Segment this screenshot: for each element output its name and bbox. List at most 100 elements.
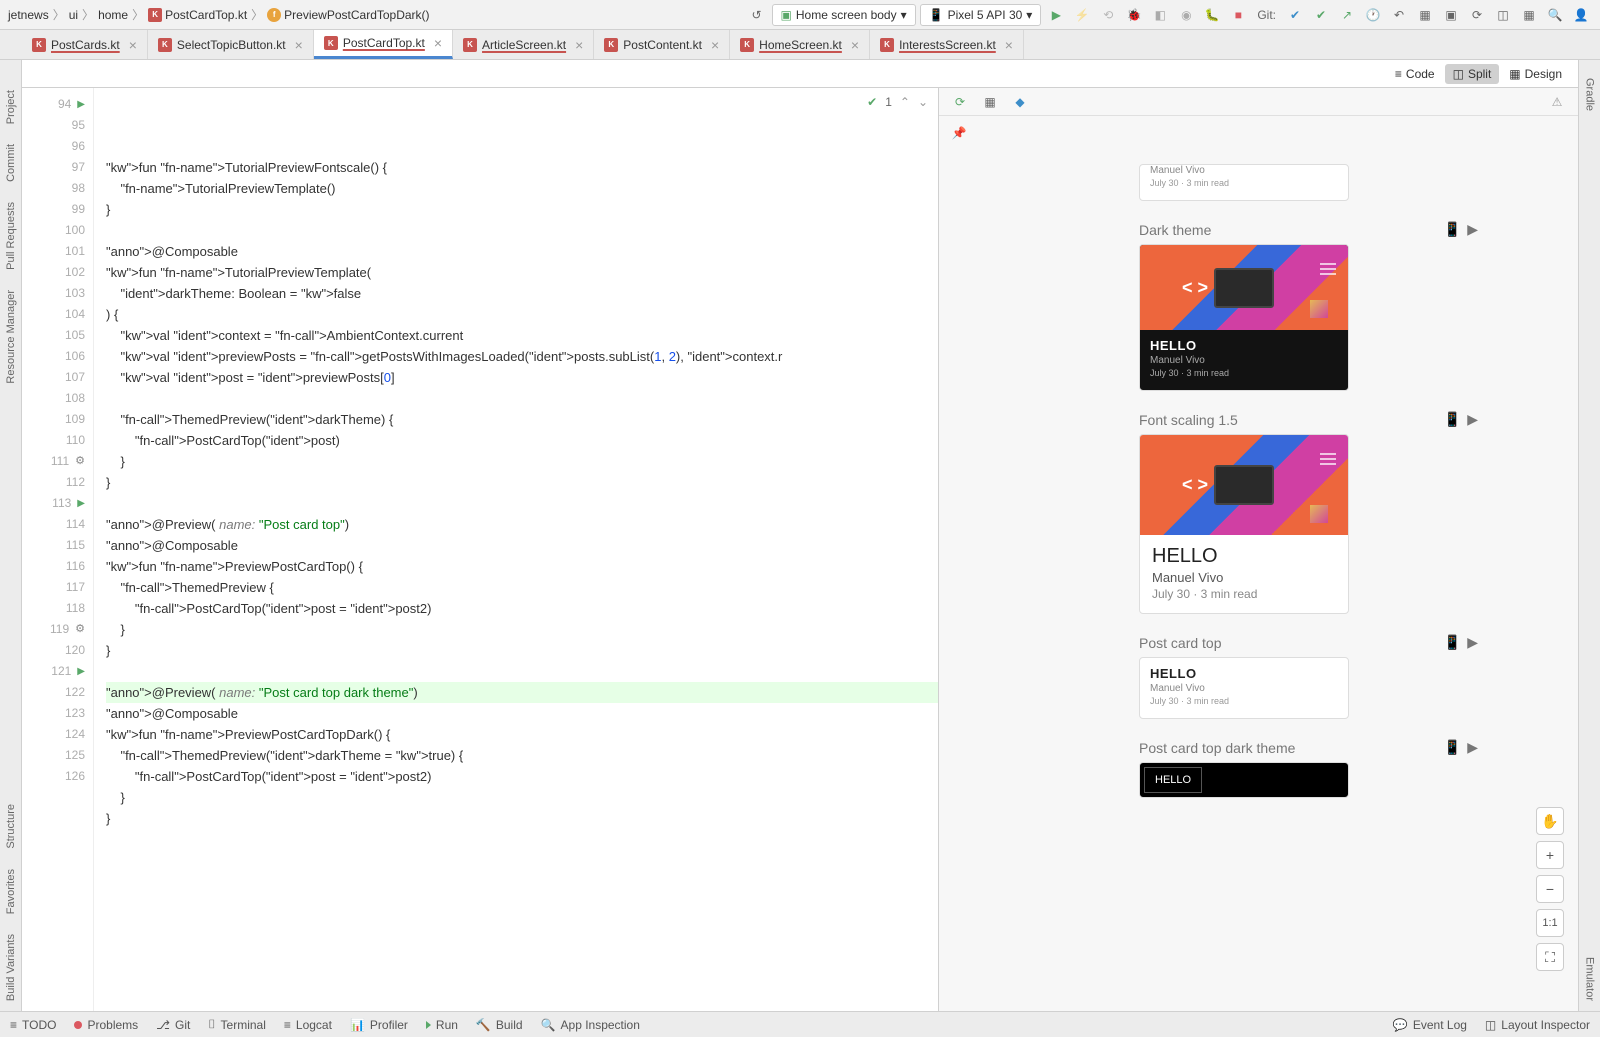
apply-changes-icon[interactable]: ⚡: [1071, 4, 1093, 26]
editor-gutter[interactable]: 94▶9596979899100101102103104105106107108…: [22, 88, 94, 1011]
git-push-icon[interactable]: ↗: [1336, 4, 1358, 26]
tool-pull-requests[interactable]: Pull Requests: [5, 202, 17, 270]
right-tool-strip: Gradle Emulator: [1578, 60, 1600, 1011]
zoom-out-icon[interactable]: −: [1536, 875, 1564, 903]
bottom-git[interactable]: ⎇Git: [156, 1018, 190, 1032]
run-configuration-dropdown[interactable]: ▣Home screen body▾: [772, 4, 916, 26]
sync-icon[interactable]: ⟳: [1466, 4, 1488, 26]
zoom-reset-button[interactable]: 1:1: [1536, 909, 1564, 937]
interactive-icon[interactable]: ▦: [979, 91, 1001, 113]
view-mode-bar: ≡Code ◫Split ▦Design: [22, 60, 1578, 88]
tool-resource-manager[interactable]: Resource Manager: [5, 290, 17, 384]
chevron-up-icon[interactable]: ⌃: [900, 92, 910, 113]
zoom-fit-icon[interactable]: ⛶: [1536, 943, 1564, 971]
stop-icon[interactable]: ■: [1227, 4, 1249, 26]
profile-icon[interactable]: ◉: [1175, 4, 1197, 26]
chevron-down-icon[interactable]: ⌄: [918, 92, 928, 113]
search-icon[interactable]: 🔍: [1544, 4, 1566, 26]
layers-icon[interactable]: ◆: [1009, 91, 1031, 113]
warning-icon[interactable]: ⚠: [1546, 91, 1568, 113]
sdk-icon[interactable]: ▣: [1440, 4, 1462, 26]
view-mode-design[interactable]: ▦Design: [1501, 64, 1570, 84]
bottom-layout-inspector[interactable]: ◫Layout Inspector: [1485, 1018, 1590, 1032]
run-preview-icon[interactable]: ▶: [1467, 411, 1478, 428]
tool-build-variants[interactable]: Build Variants: [5, 934, 17, 1001]
tool-commit[interactable]: Commit: [5, 144, 17, 182]
close-icon[interactable]: ×: [434, 35, 442, 51]
bottom-app-inspection[interactable]: 🔍App Inspection: [541, 1018, 640, 1032]
tab-postcards[interactable]: KPostCards.kt×: [22, 30, 148, 59]
tab-articlescreen[interactable]: KArticleScreen.kt×: [453, 30, 594, 59]
tool-favorites[interactable]: Favorites: [5, 869, 17, 914]
attach-debugger-icon[interactable]: 🐛: [1201, 4, 1223, 26]
close-icon[interactable]: ×: [1005, 37, 1013, 53]
bottom-logcat[interactable]: ≡Logcat: [284, 1018, 332, 1032]
bottom-problems[interactable]: Problems: [74, 1018, 138, 1032]
tab-postcardtop[interactable]: KPostCardTop.kt×: [314, 30, 453, 59]
deploy-icon[interactable]: 📱: [1444, 221, 1461, 238]
preview-pane: ⟳ ▦ ◆ ⚠ 📌 Manuel VivoJuly 30 · 3 min rea…: [938, 88, 1578, 1011]
breadcrumb-item[interactable]: home: [98, 8, 128, 22]
zoom-in-icon[interactable]: +: [1536, 841, 1564, 869]
preview-group[interactable]: Font scaling 1.5📱▶< >HELLOManuel VivoJul…: [1139, 411, 1478, 614]
tool-project[interactable]: Project: [5, 90, 17, 124]
git-update-icon[interactable]: ✔: [1284, 4, 1306, 26]
preview-group[interactable]: Post card top📱▶HELLOManuel VivoJuly 30 ·…: [1139, 634, 1478, 719]
run-preview-icon[interactable]: ▶: [1467, 739, 1478, 756]
close-icon[interactable]: ×: [295, 37, 303, 53]
avd-icon[interactable]: ▦: [1414, 4, 1436, 26]
bottom-event-log[interactable]: 💬Event Log: [1393, 1018, 1467, 1032]
close-icon[interactable]: ×: [129, 37, 137, 53]
code-content[interactable]: ✔ 1 ⌃ ⌄ "kw">fun "fn-name">TutorialPrevi…: [94, 88, 938, 1011]
close-icon[interactable]: ×: [575, 37, 583, 53]
deploy-icon[interactable]: 📱: [1444, 411, 1461, 428]
git-rollback-icon[interactable]: ↶: [1388, 4, 1410, 26]
avatar-icon[interactable]: 👤: [1570, 4, 1592, 26]
inspection-status[interactable]: ✔ 1 ⌃ ⌄: [867, 92, 928, 113]
run-preview-icon[interactable]: ▶: [1467, 634, 1478, 651]
git-history-icon[interactable]: 🕐: [1362, 4, 1384, 26]
attach-icon[interactable]: ⟲: [1097, 4, 1119, 26]
bottom-profiler[interactable]: 📊Profiler: [350, 1018, 408, 1032]
breadcrumb-item[interactable]: fPreviewPostCardTopDark(): [267, 8, 429, 22]
back-icon[interactable]: ↺: [746, 4, 768, 26]
run-preview-icon[interactable]: ▶: [1467, 221, 1478, 238]
tool-emulator[interactable]: Emulator: [1584, 957, 1596, 1001]
layout-icon[interactable]: ◫: [1492, 4, 1514, 26]
tool-structure[interactable]: Structure: [5, 804, 17, 849]
close-icon[interactable]: ×: [851, 37, 859, 53]
tab-selecttopicbutton[interactable]: KSelectTopicButton.kt×: [148, 30, 314, 59]
breadcrumb-item[interactable]: ui: [69, 8, 78, 22]
bottom-run[interactable]: Run: [426, 1018, 458, 1032]
pan-icon[interactable]: ✋: [1536, 807, 1564, 835]
more-icon[interactable]: ▦: [1518, 4, 1540, 26]
debug-icon[interactable]: 🐞: [1123, 4, 1145, 26]
git-commit-icon[interactable]: ✔: [1310, 4, 1332, 26]
deploy-icon[interactable]: 📱: [1444, 634, 1461, 651]
device-dropdown[interactable]: 📱Pixel 5 API 30▾: [920, 4, 1042, 26]
tab-homescreen[interactable]: KHomeScreen.kt×: [730, 30, 870, 59]
run-icon[interactable]: ▶: [1045, 4, 1067, 26]
preview-scroll[interactable]: Manuel VivoJuly 30 · 3 min readDark them…: [939, 144, 1578, 1011]
coverage-icon[interactable]: ◧: [1149, 4, 1171, 26]
pin-icon[interactable]: 📌: [949, 122, 969, 144]
view-mode-split[interactable]: ◫Split: [1445, 64, 1500, 84]
breadcrumb: jetnews 〉 ui 〉 home 〉 KPostCardTop.kt 〉 …: [8, 6, 430, 23]
bottom-terminal[interactable]: ⌷Terminal: [208, 1017, 266, 1032]
refresh-icon[interactable]: ⟳: [949, 91, 971, 113]
bottom-todo[interactable]: ≡TODO: [10, 1018, 56, 1032]
tab-postcontent[interactable]: KPostContent.kt×: [594, 30, 730, 59]
tab-interestsscreen[interactable]: KInterestsScreen.kt×: [870, 30, 1024, 59]
tool-gradle[interactable]: Gradle: [1584, 78, 1596, 111]
code-editor[interactable]: 94▶9596979899100101102103104105106107108…: [22, 88, 938, 1011]
preview-group[interactable]: Manuel VivoJuly 30 · 3 min read: [1139, 164, 1478, 201]
bottom-build[interactable]: 🔨Build: [476, 1018, 523, 1032]
preview-group[interactable]: Post card top dark theme📱▶HELLO: [1139, 739, 1478, 798]
view-mode-code[interactable]: ≡Code: [1387, 64, 1443, 84]
preview-group[interactable]: Dark theme📱▶< >HELLOManuel VivoJuly 30 ·…: [1139, 221, 1478, 391]
close-icon[interactable]: ×: [711, 37, 719, 53]
breadcrumb-item[interactable]: jetnews: [8, 8, 49, 22]
deploy-icon[interactable]: 📱: [1444, 739, 1461, 756]
breadcrumb-item[interactable]: KPostCardTop.kt: [148, 8, 247, 22]
git-label: Git:: [1257, 8, 1276, 22]
